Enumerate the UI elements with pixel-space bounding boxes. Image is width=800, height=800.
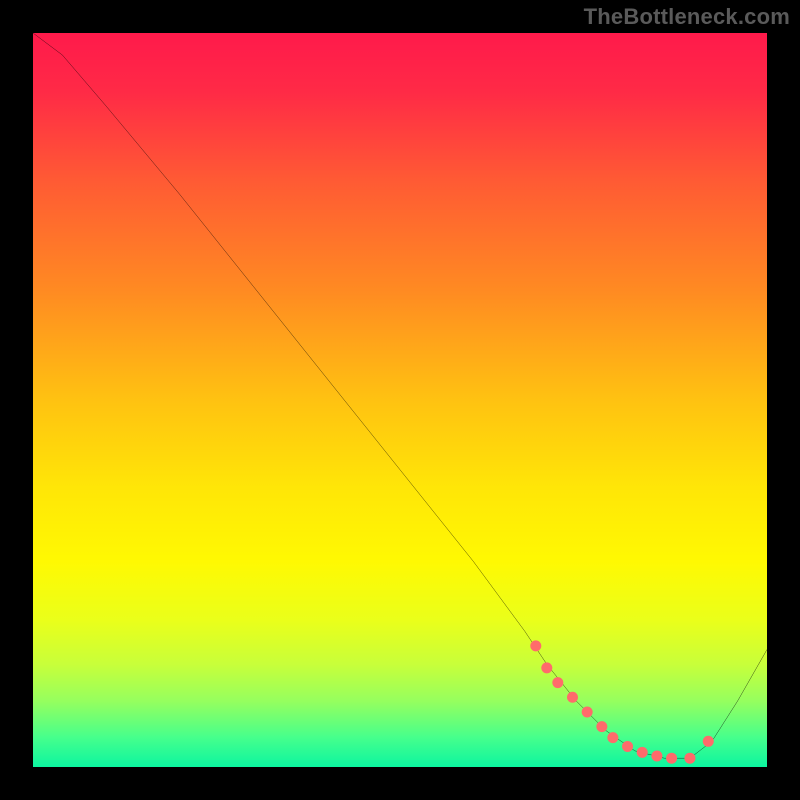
dot (541, 662, 552, 673)
chart-frame: TheBottleneck.com (0, 0, 800, 800)
dot (622, 741, 633, 752)
dot (567, 692, 578, 703)
dot (582, 706, 593, 717)
dot (666, 753, 677, 764)
dot (651, 750, 662, 761)
heatmap-plot (33, 33, 767, 767)
dot (552, 677, 563, 688)
dot (684, 753, 695, 764)
gradient-background (33, 33, 767, 767)
dot (596, 721, 607, 732)
dot (530, 640, 541, 651)
dot (703, 736, 714, 747)
dot (607, 732, 618, 743)
watermark-label: TheBottleneck.com (584, 4, 790, 30)
dot (637, 747, 648, 758)
